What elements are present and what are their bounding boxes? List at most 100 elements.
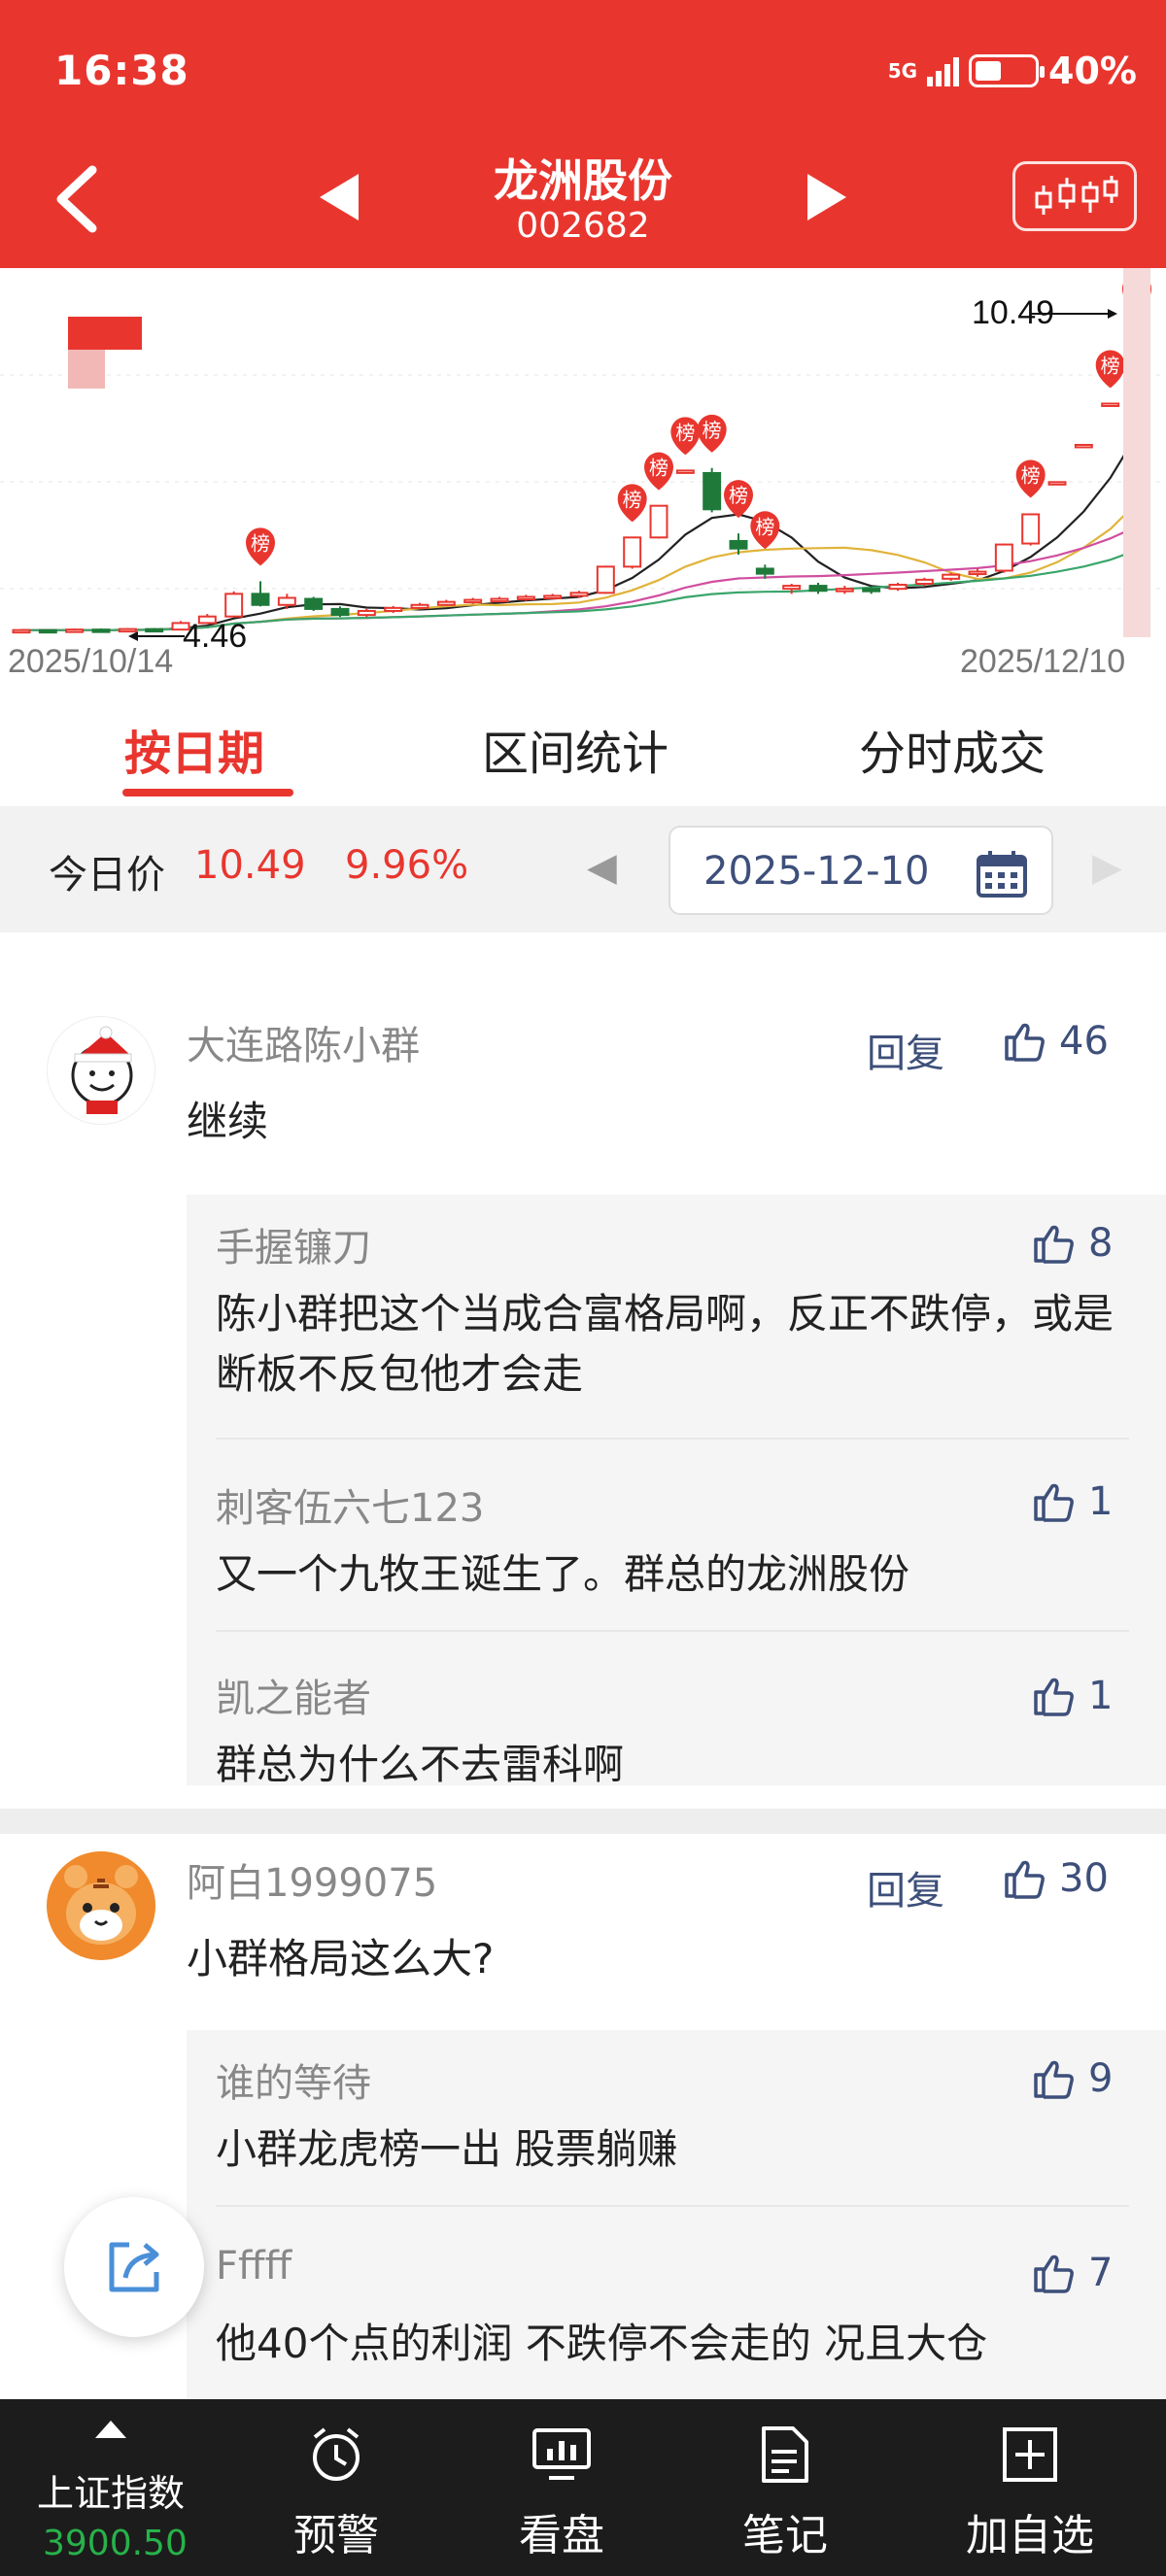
high-price-label: 10.49 bbox=[972, 294, 1054, 331]
app-header: 16:38 5G 40% 龙洲股份 002682 bbox=[0, 0, 1166, 268]
calendar-icon bbox=[977, 851, 1027, 898]
current-day-highlight bbox=[1123, 268, 1150, 637]
reply-username[interactable]: 刺客伍六七123 bbox=[216, 1476, 484, 1533]
next-stock-button[interactable] bbox=[799, 165, 857, 229]
status-icons: 5G 40% bbox=[888, 47, 1137, 95]
candle-body bbox=[12, 628, 31, 634]
thumbs-up-icon bbox=[1005, 1860, 1045, 1899]
comment-text: 继续 bbox=[187, 1098, 269, 1145]
comment-thread: 大连路陈小群 回复 46 继续 手握镰刀 8 陈小群把这个当成合富格局啊，反正不… bbox=[0, 932, 1166, 1809]
low-price-label: 4.46 bbox=[183, 618, 247, 655]
tab-range-stats[interactable]: 区间统计 bbox=[482, 715, 669, 783]
thumbs-up-icon bbox=[1034, 1225, 1074, 1264]
kline-chart-svg: 榜榜榜榜榜榜榜榜榜榜 10.49 4.46 2025/10/14 2025/12… bbox=[0, 268, 1166, 680]
stock-code: 002682 bbox=[516, 206, 650, 246]
ma-line bbox=[20, 525, 1138, 632]
badge-label: 榜 bbox=[703, 419, 722, 442]
alarm-clock-icon bbox=[313, 2427, 360, 2481]
candle-body bbox=[755, 567, 774, 575]
badge-label: 榜 bbox=[251, 531, 270, 555]
next-date-button[interactable]: ▶ bbox=[1092, 845, 1122, 890]
signal-icon bbox=[927, 55, 960, 86]
nav-watch-market[interactable]: 看盘 bbox=[474, 2421, 649, 2562]
kline-chart[interactable]: 榜榜榜榜榜榜榜榜榜榜 10.49 4.46 2025/10/14 2025/12… bbox=[0, 268, 1166, 686]
candle-body bbox=[862, 588, 881, 593]
like-count: 1 bbox=[1088, 1674, 1114, 1718]
comment-text: 小群格局这么大? bbox=[187, 1935, 495, 1983]
tab-by-date[interactable]: 按日期 bbox=[124, 715, 264, 783]
comment-username[interactable]: 大连路陈小群 bbox=[187, 1014, 420, 1070]
candle-body bbox=[994, 543, 1013, 572]
reply-username[interactable]: 谁的等待 bbox=[216, 2051, 371, 2108]
like-button[interactable]: 7 bbox=[1030, 2250, 1113, 2296]
candle-body bbox=[304, 597, 324, 610]
status-bar: 16:38 5G 40% bbox=[0, 0, 1166, 146]
reply-username[interactable]: 手握镰刀 bbox=[216, 1216, 371, 1272]
like-count: 7 bbox=[1088, 2251, 1114, 2295]
like-count: 1 bbox=[1088, 1479, 1114, 1524]
reply-button[interactable]: 回复 bbox=[867, 1859, 944, 1915]
candle-body bbox=[38, 628, 57, 634]
candle-body bbox=[914, 578, 934, 586]
nav-add-watchlist[interactable]: 加自选 bbox=[943, 2421, 1117, 2562]
like-button[interactable]: 46 bbox=[1001, 1018, 1109, 1065]
date-value: 2025-12-10 bbox=[703, 849, 930, 894]
tab-bar: 按日期 区间统计 分时成交 bbox=[0, 686, 1166, 806]
reply-list: 手握镰刀 8 陈小群把这个当成合富格局啊，反正不跌停，或是断板不反包他才会走 刺… bbox=[187, 1195, 1166, 1788]
candle-body bbox=[1021, 513, 1041, 545]
candle-body bbox=[808, 585, 828, 593]
add-square-icon bbox=[1003, 2427, 1057, 2482]
candle-body bbox=[729, 539, 748, 550]
badge-label: 榜 bbox=[675, 421, 695, 444]
candle-body bbox=[277, 596, 296, 606]
candle-body bbox=[649, 504, 669, 539]
candle-body bbox=[384, 606, 403, 612]
comment-list: 大连路陈小群 回复 46 继续 手握镰刀 8 陈小群把这个当成合富格局啊，反正不… bbox=[0, 932, 1166, 2399]
candle-body bbox=[490, 597, 509, 603]
avatar[interactable] bbox=[47, 1851, 155, 1960]
like-button[interactable]: 1 bbox=[1030, 1673, 1113, 1719]
avatar[interactable] bbox=[47, 1016, 155, 1125]
avatar-tiger-icon bbox=[47, 1851, 155, 1960]
nav-alert[interactable]: 预警 bbox=[249, 2421, 424, 2562]
candle-body bbox=[569, 592, 589, 597]
reply-text: 他40个点的利润 不跌停不会走的 况且大仓 bbox=[216, 2320, 988, 2367]
candle-body bbox=[835, 588, 854, 593]
date-picker[interactable]: 2025-12-10 bbox=[669, 826, 1053, 915]
candle-body bbox=[703, 472, 722, 511]
monitor-chart-icon bbox=[532, 2428, 591, 2480]
badge-label: 榜 bbox=[1021, 463, 1041, 487]
battery-level: 40% bbox=[1048, 50, 1137, 92]
nav-notes[interactable]: 笔记 bbox=[698, 2421, 873, 2562]
candle-body bbox=[675, 469, 695, 474]
tab-intraday-trades[interactable]: 分时成交 bbox=[859, 715, 1046, 783]
like-count: 46 bbox=[1059, 1019, 1109, 1064]
kline-toggle-button[interactable] bbox=[1012, 161, 1137, 231]
reply-username[interactable]: 凯之能者 bbox=[216, 1667, 371, 1723]
change-percent: 9.96% bbox=[345, 843, 469, 888]
reply-divider bbox=[216, 1630, 1129, 1632]
candle-body bbox=[463, 598, 483, 604]
prev-date-button[interactable]: ◀ bbox=[587, 845, 617, 890]
comment-username[interactable]: 阿白1999075 bbox=[187, 1851, 437, 1908]
thumbs-up-icon bbox=[1005, 1023, 1045, 1062]
candle-body bbox=[357, 609, 376, 617]
share-icon bbox=[109, 2242, 159, 2292]
low-pointer-arrow bbox=[128, 631, 138, 641]
like-button[interactable]: 8 bbox=[1030, 1220, 1113, 1267]
today-price-label: 今日价 bbox=[49, 853, 165, 898]
like-button[interactable]: 30 bbox=[1001, 1855, 1109, 1902]
reply-username[interactable]: Fffff bbox=[216, 2244, 292, 2288]
expand-up-icon bbox=[95, 2421, 126, 2438]
chart-end-date: 2025/12/10 bbox=[960, 643, 1125, 680]
badge-label: 榜 bbox=[755, 515, 774, 538]
reply-divider bbox=[216, 2205, 1129, 2207]
candle-body bbox=[1074, 443, 1093, 449]
like-button[interactable]: 1 bbox=[1030, 1478, 1113, 1525]
candle-body bbox=[118, 627, 137, 633]
share-float-button[interactable] bbox=[64, 2197, 204, 2337]
reply-button[interactable]: 回复 bbox=[867, 1022, 944, 1078]
thumbs-up-icon bbox=[1034, 2060, 1074, 2099]
like-button[interactable]: 9 bbox=[1030, 2055, 1113, 2102]
badge-label: 榜 bbox=[623, 488, 642, 511]
